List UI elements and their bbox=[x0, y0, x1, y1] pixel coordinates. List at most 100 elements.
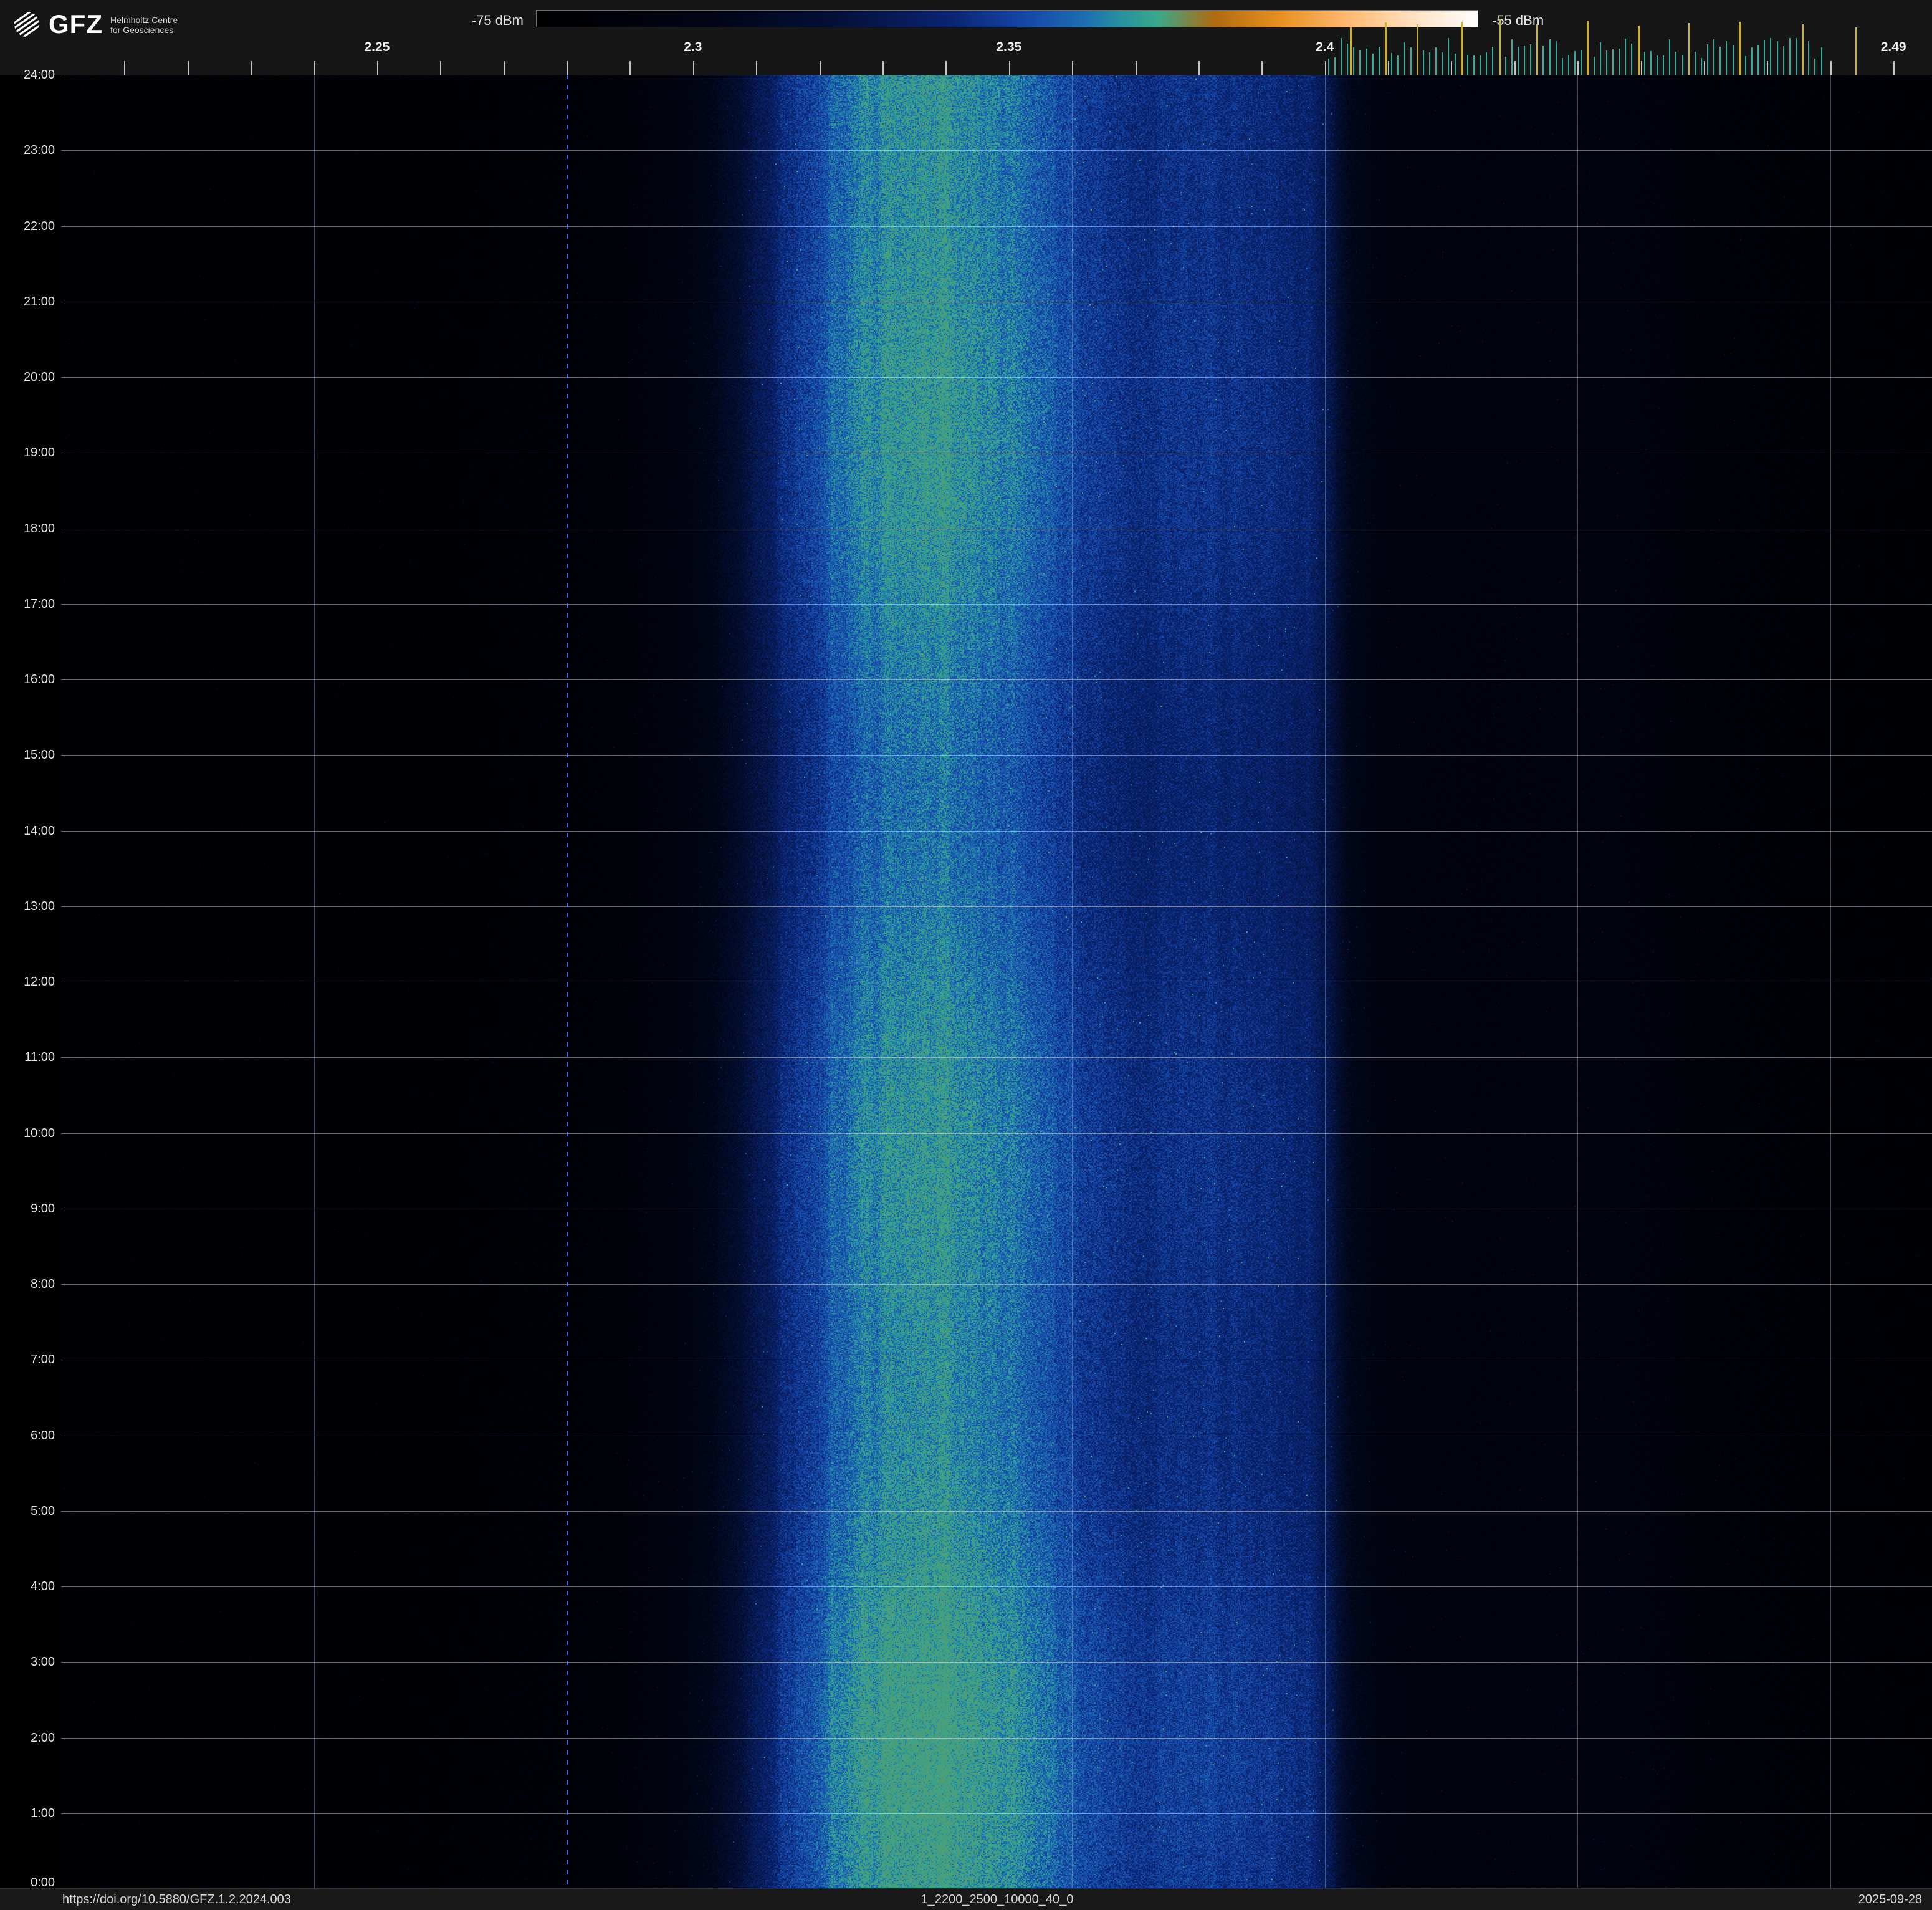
signal-tick-teal bbox=[1341, 37, 1342, 75]
time-label: 5:00 bbox=[31, 1504, 55, 1518]
signal-tick-teal bbox=[1808, 41, 1810, 75]
signal-tick-teal bbox=[1681, 54, 1683, 75]
doi-link[interactable]: https://doi.org/10.5880/GFZ.1.2.2024.003 bbox=[62, 1893, 291, 1907]
signal-tick-teal bbox=[1517, 47, 1519, 75]
time-label: 20:00 bbox=[23, 370, 55, 384]
freq-minor-tick bbox=[756, 61, 758, 75]
signal-tick-teal bbox=[1581, 49, 1582, 75]
signal-tick-teal bbox=[1751, 47, 1753, 75]
signal-tick-teal bbox=[1492, 47, 1494, 75]
time-label: 19:00 bbox=[23, 446, 55, 460]
freq-tick-label: 2.25 bbox=[364, 40, 390, 54]
signal-tick-teal bbox=[1732, 44, 1734, 75]
signal-tick-yellow bbox=[1738, 22, 1741, 75]
signal-tick-teal bbox=[1378, 47, 1380, 75]
signal-tick-teal bbox=[1334, 57, 1336, 75]
date-label: 2025-09-28 bbox=[1858, 1893, 1922, 1906]
freq-minor-tick bbox=[1767, 61, 1769, 75]
freq-minor-tick bbox=[819, 61, 821, 75]
signal-tick-teal bbox=[1675, 52, 1677, 75]
signal-tick-teal bbox=[1410, 47, 1412, 75]
freq-minor-tick bbox=[692, 61, 694, 75]
freq-tick-label: 2.4 bbox=[1316, 40, 1334, 54]
freq-minor-tick bbox=[376, 61, 378, 75]
time-label: 4:00 bbox=[31, 1580, 55, 1593]
signal-tick-teal bbox=[1605, 50, 1607, 75]
signal-tick-teal bbox=[1700, 57, 1702, 75]
signal-tick-teal bbox=[1530, 44, 1532, 75]
time-label: 22:00 bbox=[23, 219, 55, 233]
time-label: 2:00 bbox=[31, 1730, 55, 1745]
signal-tick-teal bbox=[1663, 55, 1665, 75]
freq-minor-tick bbox=[251, 61, 252, 75]
signal-tick-teal bbox=[1480, 55, 1481, 75]
signal-tick-yellow bbox=[1350, 27, 1352, 75]
time-label: 11:00 bbox=[24, 1050, 55, 1065]
freq-minor-tick bbox=[1514, 61, 1516, 75]
signal-tick-teal bbox=[1327, 58, 1329, 75]
time-label: 13:00 bbox=[23, 899, 55, 913]
freq-minor-tick bbox=[503, 61, 505, 75]
freq-tick-label: 2.49 bbox=[1880, 40, 1906, 54]
signal-tick-teal bbox=[1454, 53, 1456, 75]
freq-minor-tick bbox=[945, 61, 947, 75]
signal-tick-teal bbox=[1435, 47, 1437, 75]
frequency-axis: 2.25 2.3 2.35 2.4 2.49 bbox=[0, 0, 1932, 75]
signal-tick-teal bbox=[1612, 49, 1614, 75]
signal-tick-teal bbox=[1625, 38, 1627, 75]
signal-tick-yellow bbox=[1460, 21, 1463, 75]
signal-tick-yellow bbox=[1688, 23, 1690, 75]
freq-minor-tick bbox=[1261, 61, 1263, 75]
time-label: 1:00 bbox=[31, 1806, 55, 1820]
signal-tick-teal bbox=[1599, 42, 1601, 75]
freq-minor-tick bbox=[1135, 61, 1137, 75]
freq-minor-tick bbox=[1198, 61, 1200, 75]
signal-tick-teal bbox=[1549, 39, 1551, 75]
signal-tick-teal bbox=[1782, 46, 1784, 75]
signal-tick-teal bbox=[1347, 44, 1349, 75]
signal-tick-teal bbox=[1764, 39, 1766, 75]
time-label: 12:00 bbox=[23, 975, 55, 989]
signal-tick-teal bbox=[1631, 44, 1633, 75]
signal-tick-teal bbox=[1619, 49, 1620, 75]
signal-tick-yellow bbox=[1587, 21, 1589, 75]
signal-tick-teal bbox=[1820, 47, 1822, 75]
signal-tick-teal bbox=[1391, 53, 1393, 75]
signal-tick-teal bbox=[1511, 39, 1513, 75]
signal-tick-teal bbox=[1643, 51, 1645, 75]
spectrogram-viewer: GFZ Helmholtz Centre for Geosciences -75… bbox=[0, 0, 1932, 1910]
signal-tick-teal bbox=[1814, 58, 1816, 75]
time-label: 3:00 bbox=[31, 1655, 55, 1669]
signal-tick-teal bbox=[1486, 52, 1488, 75]
signal-tick-teal bbox=[1656, 55, 1658, 75]
time-label: 15:00 bbox=[23, 748, 55, 762]
signal-tick-yellow bbox=[1498, 19, 1501, 75]
signal-tick-teal bbox=[1593, 57, 1595, 75]
signal-tick-yellow bbox=[1855, 27, 1858, 75]
time-label: 14:00 bbox=[23, 823, 55, 838]
time-label: 7:00 bbox=[31, 1353, 55, 1367]
freq-minor-tick bbox=[1830, 61, 1832, 75]
signal-tick-teal bbox=[1372, 53, 1374, 75]
freq-tick-label: 2.35 bbox=[996, 40, 1022, 54]
time-label: 8:00 bbox=[31, 1277, 55, 1291]
time-label: 17:00 bbox=[23, 597, 55, 611]
freq-minor-tick bbox=[440, 61, 442, 75]
signal-tick-teal bbox=[1719, 47, 1721, 75]
time-label: 21:00 bbox=[23, 294, 55, 309]
freq-minor-tick bbox=[187, 61, 189, 75]
signal-tick-teal bbox=[1542, 45, 1544, 75]
signal-tick-teal bbox=[1504, 57, 1506, 75]
signal-tick-teal bbox=[1555, 41, 1557, 75]
time-label: 23:00 bbox=[23, 143, 55, 158]
freq-minor-tick bbox=[124, 61, 126, 75]
footer-bar: https://doi.org/10.5880/GFZ.1.2.2024.003… bbox=[0, 1888, 1932, 1910]
time-axis: 24:00 23:00 22:00 21:00 20:00 19:00 18:00 17:00… bbox=[0, 0, 60, 1910]
freq-minor-tick bbox=[1640, 61, 1642, 75]
signal-tick-teal bbox=[1524, 45, 1526, 75]
signal-tick-teal bbox=[1442, 52, 1443, 75]
signal-tick-teal bbox=[1448, 37, 1450, 75]
freq-minor-tick bbox=[567, 61, 568, 75]
signal-tick-teal bbox=[1404, 42, 1405, 75]
header-bar: GFZ Helmholtz Centre for Geosciences -75… bbox=[0, 0, 1932, 75]
